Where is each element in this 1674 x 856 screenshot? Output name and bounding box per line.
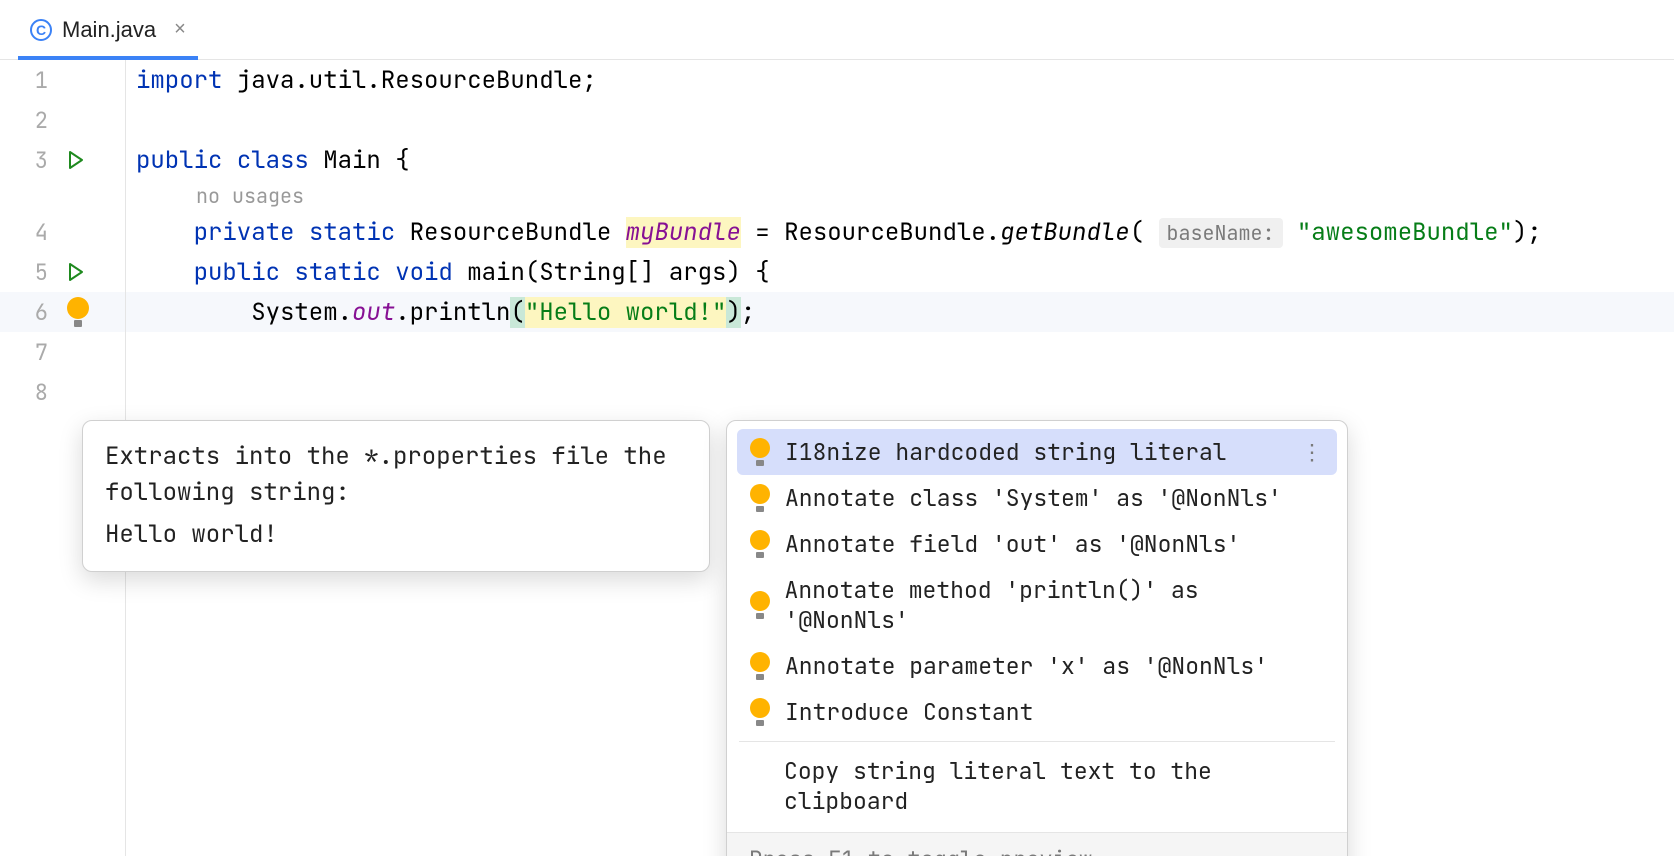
code-line[interactable]: 8 — [0, 372, 1674, 412]
intention-actions-popup: I18nize hardcoded string literal ⋮ Annot… — [726, 420, 1348, 856]
code-line[interactable]: 7 — [0, 332, 1674, 372]
intention-item-copy-literal[interactable]: Copy string literal text to the clipboar… — [737, 748, 1337, 824]
type-name: ResourceBundle — [410, 217, 612, 248]
method-call: getBundle — [1000, 217, 1130, 248]
keyword-void: void — [395, 257, 453, 288]
keyword-import: import — [136, 65, 222, 96]
intention-label: Annotate field 'out' as '@NonNls' — [785, 529, 1240, 559]
intention-label: Annotate method 'println()' as '@NonNls' — [785, 575, 1325, 635]
keyword-private: private — [194, 217, 295, 248]
paren-close: ) — [726, 297, 740, 328]
import-path: java.util.ResourceBundle; — [222, 65, 596, 96]
keyword-static: static — [309, 217, 395, 248]
intention-item-annotate-println[interactable]: Annotate method 'println()' as '@NonNls' — [737, 567, 1337, 643]
intention-label: Copy string literal text to the clipboar… — [784, 756, 1325, 816]
intention-item-annotate-x[interactable]: Annotate parameter 'x' as '@NonNls' — [737, 643, 1337, 689]
brace: { — [381, 145, 410, 176]
qualifier: System. — [251, 297, 352, 328]
equals: = — [741, 217, 784, 248]
code-editor[interactable]: 1 import java.util.ResourceBundle; 2 3 p… — [0, 60, 1674, 412]
field-out: out — [352, 297, 395, 328]
usages-inlay-hint[interactable]: no usages — [0, 180, 1674, 212]
method-println: .println — [395, 297, 510, 328]
string-literal: "awesomeBundle" — [1297, 217, 1513, 248]
class-file-icon: C — [30, 19, 52, 41]
code-line[interactable]: 3 public class Main { — [0, 140, 1674, 180]
intention-label: Annotate parameter 'x' as '@NonNls' — [785, 651, 1268, 681]
tab-filename: Main.java — [62, 17, 156, 43]
string-literal: "Hello world!" — [525, 297, 727, 328]
keyword-public: public — [194, 257, 280, 288]
lightbulb-icon — [749, 652, 771, 680]
class-name: Main — [323, 145, 381, 176]
separator — [739, 741, 1335, 742]
intention-label: Introduce Constant — [785, 697, 1033, 727]
intention-description-tooltip: Extracts into the *.properties file the … — [82, 420, 710, 572]
code-content[interactable]: import java.util.ResourceBundle; — [126, 65, 597, 96]
field-name: myBundle — [626, 217, 741, 248]
intention-label: Annotate class 'System' as '@NonNls' — [785, 483, 1282, 513]
intention-item-i18nize[interactable]: I18nize hardcoded string literal ⋮ — [737, 429, 1337, 475]
lightbulb-icon — [749, 530, 771, 558]
params: (String[] args) { — [525, 257, 770, 288]
intention-item-annotate-out[interactable]: Annotate field 'out' as '@NonNls' — [737, 521, 1337, 567]
editor-tab-bar: C Main.java × — [0, 0, 1674, 60]
keyword-static: static — [294, 257, 380, 288]
type-name: ResourceBundle — [784, 217, 986, 248]
lightbulb-icon — [749, 591, 771, 619]
tooltip-line2: Hello world! — [105, 517, 687, 553]
intention-footer-hint: Press F1 to toggle preview — [727, 832, 1347, 856]
method-name: main — [467, 257, 525, 288]
lightbulb-icon — [749, 698, 771, 726]
keyword-class: class — [237, 145, 309, 176]
lightbulb-icon — [749, 484, 771, 512]
more-options-icon[interactable]: ⋮ — [1301, 438, 1325, 467]
code-content[interactable]: private static ResourceBundle myBundle =… — [126, 217, 1542, 248]
intention-item-introduce-constant[interactable]: Introduce Constant — [737, 689, 1337, 735]
parameter-hint: baseName: — [1159, 218, 1283, 248]
lightbulb-icon — [749, 438, 771, 466]
paren-open: ( — [510, 297, 524, 328]
keyword-public: public — [136, 145, 222, 176]
code-content[interactable]: public class Main { — [126, 145, 410, 176]
intention-list: I18nize hardcoded string literal ⋮ Annot… — [727, 421, 1347, 832]
paren-semi: ); — [1513, 217, 1542, 248]
semicolon: ; — [741, 297, 755, 328]
tooltip-line1: Extracts into the *.properties file the … — [105, 439, 687, 511]
lightbulb-icon — [66, 297, 90, 327]
code-line[interactable]: 1 import java.util.ResourceBundle; — [0, 60, 1674, 100]
close-tab-icon[interactable]: × — [174, 18, 186, 41]
code-content[interactable]: System.out.println("Hello world!"); — [126, 297, 755, 328]
paren: ( — [1130, 217, 1144, 248]
code-line[interactable]: 2 — [0, 100, 1674, 140]
editor-tab-main-java[interactable]: C Main.java × — [18, 0, 198, 59]
intention-label: I18nize hardcoded string literal — [785, 437, 1227, 467]
intention-item-annotate-system[interactable]: Annotate class 'System' as '@NonNls' — [737, 475, 1337, 521]
code-content[interactable]: public static void main(String[] args) { — [126, 257, 770, 288]
code-line-current[interactable]: 6 System.out.println("Hello world!"); — [0, 292, 1674, 332]
code-line[interactable]: 4 private static ResourceBundle myBundle… — [0, 212, 1674, 252]
code-line[interactable]: 5 public static void main(String[] args)… — [0, 252, 1674, 292]
